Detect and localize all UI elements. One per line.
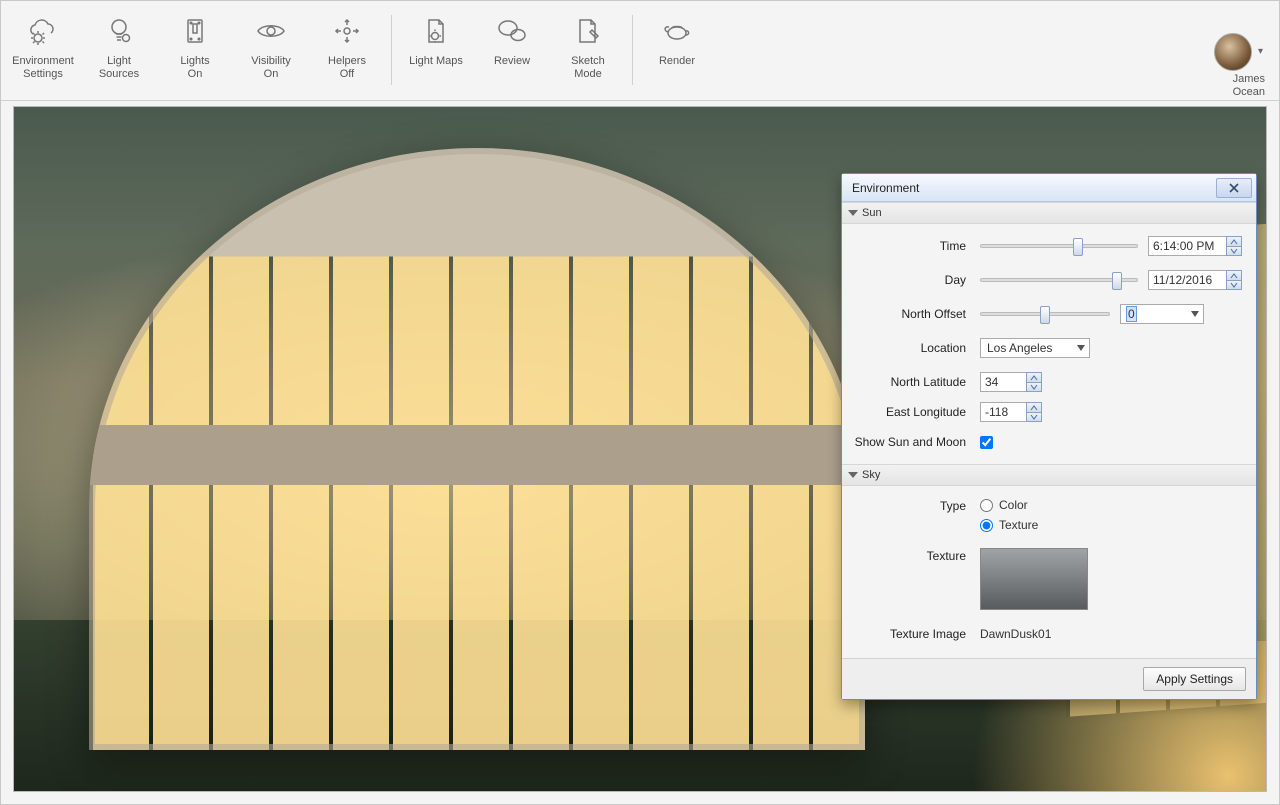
light-switch-icon bbox=[177, 13, 213, 49]
lightbulb-gear-icon bbox=[101, 13, 137, 49]
app-window: Environment Settings Light Sources bbox=[0, 0, 1280, 805]
show-sun-moon-label: Show Sun and Moon bbox=[852, 435, 980, 449]
expand-icon bbox=[848, 210, 858, 216]
type-texture-radio[interactable]: Texture bbox=[980, 518, 1038, 532]
type-color-label: Color bbox=[999, 498, 1028, 512]
user-name-label: James Ocean bbox=[1233, 73, 1265, 99]
east-longitude-label: East Longitude bbox=[852, 405, 980, 419]
spin-up-icon bbox=[1226, 236, 1242, 246]
document-pencil-icon bbox=[570, 13, 606, 49]
north-offset-combo[interactable]: 0 bbox=[1120, 304, 1204, 324]
move-arrows-icon bbox=[329, 13, 365, 49]
viewport-building bbox=[89, 148, 865, 750]
environment-settings-label: Environment Settings bbox=[12, 55, 74, 81]
time-spinner[interactable] bbox=[1226, 236, 1242, 256]
north-offset-value: 0 bbox=[1127, 307, 1136, 321]
time-value[interactable]: 6:14:00 PM bbox=[1148, 236, 1226, 256]
light-sources-button[interactable]: Light Sources bbox=[81, 7, 157, 96]
chevron-down-icon bbox=[1191, 311, 1199, 317]
sky-section-body: Type Color Texture Texture Textur bbox=[842, 486, 1256, 658]
environment-settings-button[interactable]: Environment Settings bbox=[5, 7, 81, 96]
main-toolbar: Environment Settings Light Sources bbox=[1, 1, 1279, 101]
chevron-down-icon bbox=[1077, 345, 1085, 351]
helpers-off-button[interactable]: Helpers Off bbox=[309, 7, 385, 96]
user-avatar bbox=[1214, 33, 1252, 71]
chevron-down-icon: ▾ bbox=[1258, 46, 1263, 57]
day-label: Day bbox=[852, 273, 980, 287]
apply-settings-button[interactable]: Apply Settings bbox=[1143, 667, 1246, 691]
light-maps-button[interactable]: Light Maps bbox=[398, 7, 474, 96]
east-longitude-value[interactable]: -118 bbox=[980, 402, 1026, 422]
teapot-icon bbox=[659, 13, 695, 49]
environment-panel-close-button[interactable] bbox=[1216, 178, 1252, 198]
time-slider[interactable] bbox=[980, 244, 1138, 248]
expand-icon bbox=[848, 472, 858, 478]
visibility-on-label: Visibility On bbox=[251, 55, 291, 81]
document-gear-icon bbox=[418, 13, 454, 49]
type-texture-label: Texture bbox=[999, 518, 1038, 532]
time-label: Time bbox=[852, 239, 980, 253]
spin-down-icon bbox=[1226, 246, 1242, 256]
time-field[interactable]: 6:14:00 PM bbox=[1148, 236, 1242, 256]
sun-section-body: Time 6:14:00 PM Day 11/12/2016 bbox=[842, 224, 1256, 464]
east-longitude-spinner[interactable] bbox=[1026, 402, 1042, 422]
texture-image-value: DawnDusk01 bbox=[980, 627, 1051, 641]
toolbar-separator-2 bbox=[632, 15, 633, 85]
visibility-on-button[interactable]: Visibility On bbox=[233, 7, 309, 96]
north-offset-label: North Offset bbox=[852, 307, 980, 321]
environment-panel-titlebar[interactable]: Environment bbox=[842, 174, 1256, 202]
day-spinner[interactable] bbox=[1226, 270, 1242, 290]
apply-settings-label: Apply Settings bbox=[1156, 672, 1233, 686]
helpers-off-label: Helpers Off bbox=[328, 55, 366, 81]
close-icon bbox=[1229, 183, 1239, 193]
user-first-name: James bbox=[1233, 73, 1265, 86]
north-latitude-label: North Latitude bbox=[852, 375, 980, 389]
north-offset-slider[interactable] bbox=[980, 312, 1110, 316]
environment-panel-title: Environment bbox=[852, 181, 1216, 195]
light-sources-label: Light Sources bbox=[99, 55, 139, 81]
review-label: Review bbox=[494, 55, 530, 68]
light-maps-label: Light Maps bbox=[409, 55, 463, 68]
location-label: Location bbox=[852, 341, 980, 355]
north-latitude-spinner[interactable] bbox=[1026, 372, 1042, 392]
sun-section-label: Sun bbox=[862, 207, 882, 219]
render-label: Render bbox=[659, 55, 695, 68]
location-dropdown[interactable]: Los Angeles bbox=[980, 338, 1090, 358]
sky-section-label: Sky bbox=[862, 469, 880, 481]
day-value[interactable]: 11/12/2016 bbox=[1148, 270, 1226, 290]
texture-image-label: Texture Image bbox=[852, 627, 980, 641]
review-button[interactable]: Review bbox=[474, 7, 550, 96]
chat-bubbles-icon bbox=[494, 13, 530, 49]
day-slider[interactable] bbox=[980, 278, 1138, 282]
location-value: Los Angeles bbox=[987, 341, 1052, 355]
sky-section-header[interactable]: Sky bbox=[842, 464, 1256, 486]
day-field[interactable]: 11/12/2016 bbox=[1148, 270, 1242, 290]
user-last-name: Ocean bbox=[1233, 86, 1265, 99]
texture-preview[interactable] bbox=[980, 548, 1088, 610]
sketch-mode-label: Sketch Mode bbox=[571, 55, 605, 81]
show-sun-moon-checkbox[interactable] bbox=[980, 436, 993, 449]
type-label: Type bbox=[852, 498, 980, 513]
environment-panel-footer: Apply Settings bbox=[842, 658, 1256, 699]
sun-section-header[interactable]: Sun bbox=[842, 202, 1256, 224]
sketch-mode-button[interactable]: Sketch Mode bbox=[550, 7, 626, 96]
environment-panel: Environment Sun Time 6:14:00 PM bbox=[841, 173, 1257, 700]
lights-on-button[interactable]: Lights On bbox=[157, 7, 233, 96]
lights-on-label: Lights On bbox=[180, 55, 209, 81]
type-color-radio[interactable]: Color bbox=[980, 498, 1038, 512]
texture-label: Texture bbox=[852, 548, 980, 563]
toolbar-separator bbox=[391, 15, 392, 85]
eye-icon bbox=[253, 13, 289, 49]
render-button[interactable]: Render bbox=[639, 7, 715, 96]
north-latitude-field[interactable]: 34 bbox=[980, 372, 1042, 392]
east-longitude-field[interactable]: -118 bbox=[980, 402, 1042, 422]
cloud-gear-icon bbox=[25, 13, 61, 49]
north-latitude-value[interactable]: 34 bbox=[980, 372, 1026, 392]
